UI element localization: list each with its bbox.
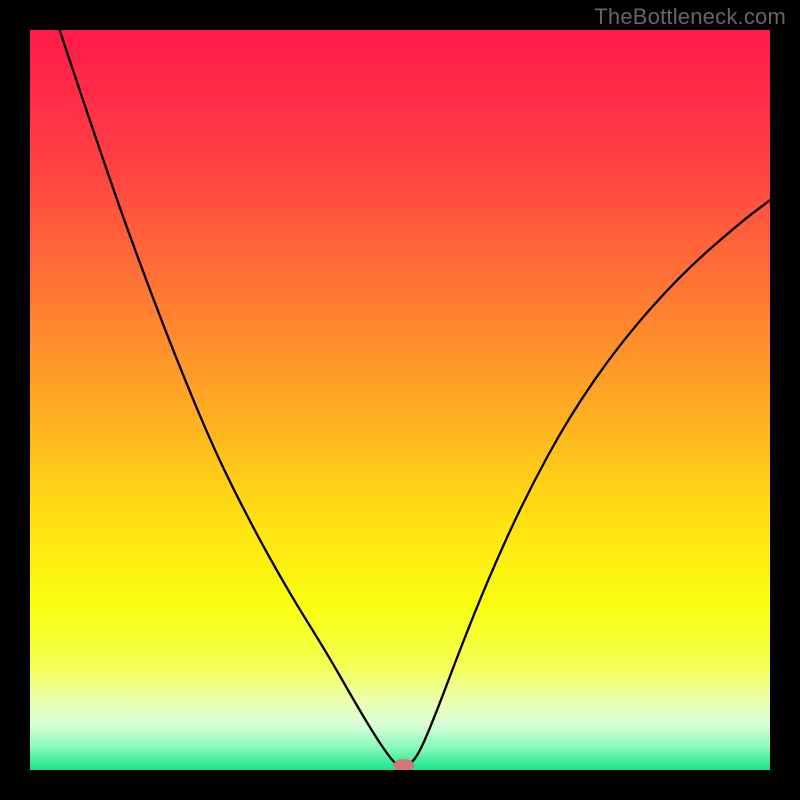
watermark-text: TheBottleneck.com xyxy=(594,4,786,30)
chart-background xyxy=(30,30,770,770)
chart-outer-frame: TheBottleneck.com xyxy=(0,0,800,800)
chart-svg xyxy=(30,30,770,770)
chart-plot-area xyxy=(30,30,770,770)
